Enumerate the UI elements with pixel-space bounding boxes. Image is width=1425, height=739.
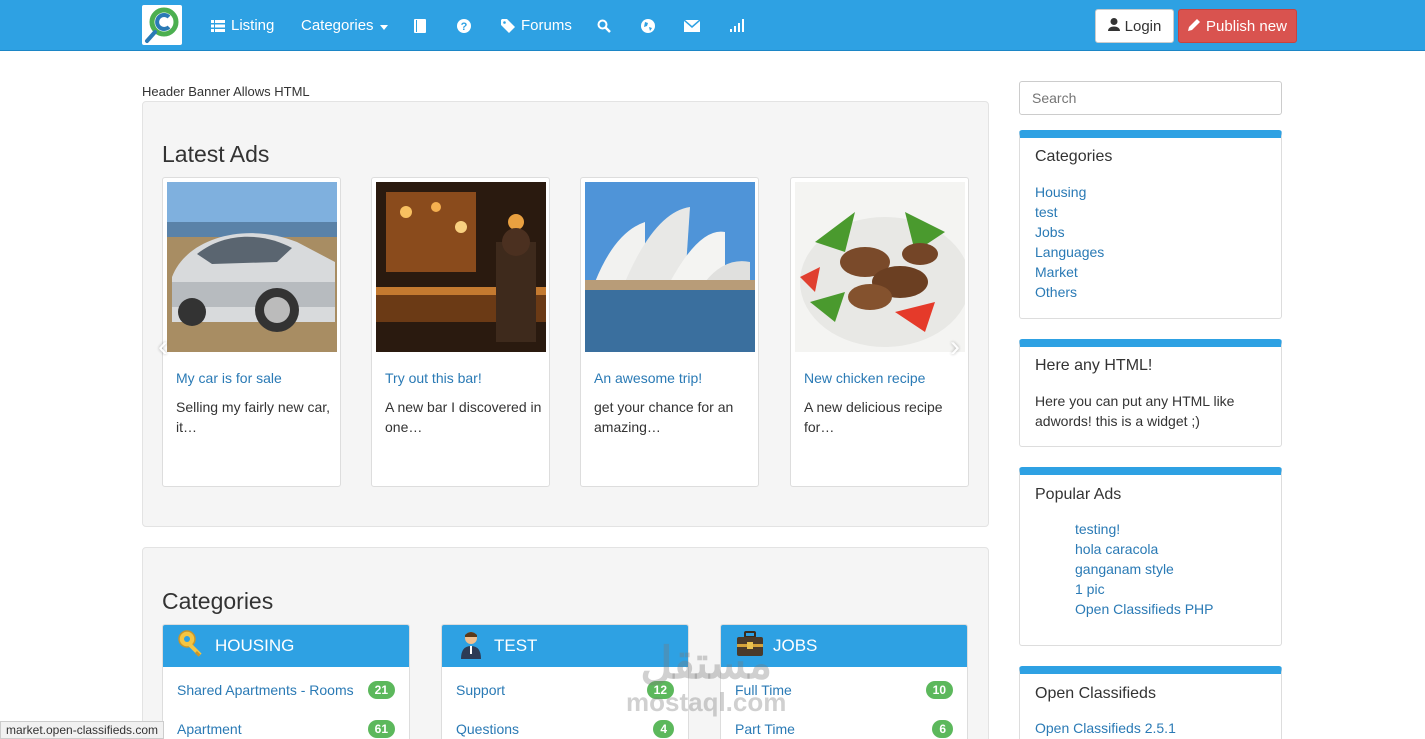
nav-map[interactable] [641, 0, 655, 51]
ad-description: A new delicious recipe for… [804, 399, 943, 435]
category-header[interactable]: HOUSING [163, 625, 409, 667]
ad-description: get your chance for an amazing… [594, 399, 734, 435]
header-banner: Header Banner Allows HTML [142, 84, 310, 99]
key-icon [177, 629, 207, 664]
categories-widget: Categories Housing test Jobs Languages M… [1019, 130, 1282, 319]
count-badge: 21 [367, 681, 395, 699]
status-bar-url: market.open-classifieds.com [0, 721, 165, 739]
category-row[interactable]: Apartment 61 [177, 720, 395, 738]
ad-description: Selling my fairly new car, it… [176, 399, 331, 435]
open-classifieds-widget: Open Classifieds Open Classifieds 2.5.1 [1019, 666, 1282, 739]
signal-icon [730, 19, 744, 32]
user-icon [1107, 17, 1120, 35]
login-label: Login [1124, 17, 1162, 35]
nav-categories-dropdown[interactable]: Categories [301, 0, 388, 51]
ad-title-link[interactable]: My car is for sale [176, 370, 282, 386]
ad-title-link[interactable]: An awesome trip! [594, 370, 702, 386]
list-icon [211, 19, 225, 32]
popular-ads-widget: Popular Ads testing! hola caracola ganga… [1019, 467, 1282, 646]
popular-ad-link[interactable]: testing! [1075, 521, 1120, 537]
person-icon [456, 629, 486, 664]
nav-listing-label: Listing [231, 17, 275, 34]
carousel-next-icon[interactable]: › [950, 330, 960, 364]
popular-ad-link[interactable]: 1 pic [1075, 581, 1105, 597]
sidebar-category-link[interactable]: Jobs [1035, 224, 1065, 240]
widget-text: Here you can put any HTML like adwords! … [1035, 393, 1235, 429]
caret-down-icon [379, 17, 388, 34]
ad-image-car[interactable] [167, 182, 337, 352]
category-row[interactable]: Shared Apartments - Rooms 21 [177, 681, 395, 699]
widget-title: Here any HTML! [1035, 357, 1153, 374]
nav-contact[interactable] [684, 0, 700, 51]
category-name: TEST [494, 636, 538, 655]
ad-image-food[interactable] [795, 182, 965, 352]
ad-card[interactable]: Try out this bar! A new bar I discovered… [371, 177, 550, 487]
category-row[interactable]: Part Time 6 [735, 720, 953, 738]
popular-ad-link[interactable]: hola caracola [1075, 541, 1158, 557]
question-icon: ? [457, 18, 471, 33]
category-link[interactable]: Part Time [735, 721, 795, 737]
count-badge: 4 [653, 720, 674, 738]
category-name: HOUSING [215, 636, 295, 655]
ad-image-opera-house[interactable] [585, 182, 755, 352]
watermark-latin: mostaql.com [626, 687, 787, 717]
widget-title: Categories [1035, 148, 1113, 165]
sidebar-category-link[interactable]: Market [1035, 264, 1078, 280]
nav-search[interactable] [597, 0, 611, 51]
nav-categories-label: Categories [301, 17, 374, 34]
ad-image-bar[interactable] [376, 182, 546, 352]
site-logo[interactable] [142, 5, 182, 45]
popular-ad-link[interactable]: Open Classifieds PHP [1075, 601, 1214, 617]
navbar: Listing Categories ? Forums Login Publis… [0, 0, 1425, 51]
category-row[interactable]: Questions 4 [456, 720, 674, 738]
publish-label: Publish new [1206, 17, 1287, 35]
watermark: مستقل mostaql.com [626, 639, 787, 717]
count-badge: 6 [932, 720, 953, 738]
sidebar-category-link[interactable]: Others [1035, 284, 1077, 300]
svg-text:?: ? [461, 21, 468, 33]
count-badge: 10 [925, 681, 953, 699]
category-link[interactable]: Questions [456, 721, 519, 737]
nav-stats[interactable] [730, 0, 744, 51]
watermark-arabic: مستقل [640, 639, 773, 688]
latest-ads-title: Latest Ads [162, 141, 270, 167]
count-badge: 61 [367, 720, 395, 738]
html-widget: Here any HTML! Here you can put any HTML… [1019, 339, 1282, 447]
search-icon [597, 19, 611, 33]
nav-forums[interactable]: Forums [501, 0, 572, 51]
ad-card[interactable]: New chicken recipe A new delicious recip… [790, 177, 969, 487]
ad-title-link[interactable]: Try out this bar! [385, 370, 482, 386]
nav-blog[interactable] [414, 0, 426, 51]
tag-icon [501, 18, 515, 33]
sidebar-category-link[interactable]: Languages [1035, 244, 1104, 260]
globe-icon [641, 18, 655, 33]
popular-ad-link[interactable]: ganganam style [1075, 561, 1174, 577]
nav-forums-label: Forums [521, 17, 572, 34]
ad-card[interactable]: My car is for sale Selling my fairly new… [162, 177, 341, 487]
ad-title-link[interactable]: New chicken recipe [804, 370, 925, 386]
sidebar-search-input[interactable] [1019, 81, 1282, 115]
widget-title: Open Classifieds [1035, 685, 1156, 702]
ad-card[interactable]: An awesome trip! get your chance for an … [580, 177, 759, 487]
sidebar-category-link[interactable]: test [1035, 204, 1058, 220]
category-link[interactable]: Support [456, 682, 505, 698]
category-link[interactable]: Apartment [177, 721, 242, 737]
publish-new-button[interactable]: Publish new [1178, 9, 1297, 43]
envelope-icon [684, 19, 700, 32]
login-button[interactable]: Login [1095, 9, 1174, 43]
categories-section-title: Categories [162, 588, 274, 614]
pencil-icon [1188, 18, 1201, 35]
ad-description: A new bar I discovered in one… [385, 399, 542, 435]
carousel-prev-icon[interactable]: ‹ [158, 330, 168, 364]
nav-faq[interactable]: ? [457, 0, 471, 51]
category-box-housing: HOUSING Shared Apartments - Rooms 21 Apa… [162, 624, 410, 739]
widget-title: Popular Ads [1035, 486, 1122, 503]
version-link[interactable]: Open Classifieds 2.5.1 [1035, 720, 1176, 736]
book-icon [414, 18, 426, 33]
category-link[interactable]: Shared Apartments - Rooms [177, 682, 354, 698]
nav-listing[interactable]: Listing [211, 0, 274, 51]
sidebar-category-link[interactable]: Housing [1035, 184, 1086, 200]
